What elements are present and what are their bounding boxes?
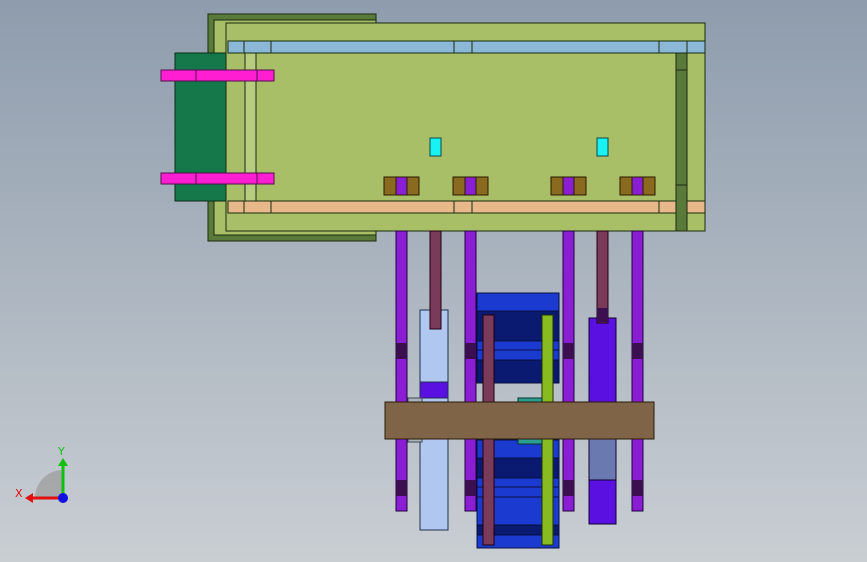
x-axis-label: X (15, 487, 23, 500)
top-rail (227, 40, 706, 54)
guide-rod-2 (464, 230, 477, 512)
main-plate (225, 22, 706, 232)
orientation-triad: Y X (15, 445, 68, 503)
plate-right-strip (675, 52, 688, 232)
y-axis-label: Y (57, 445, 65, 458)
assembly-drawing[interactable]: Y X (0, 0, 867, 562)
cad-viewport[interactable]: Y X (0, 0, 867, 562)
bottom-rail (227, 200, 706, 214)
mauve-rod-left (429, 230, 442, 330)
guide-rod-4 (631, 230, 644, 512)
z-axis-dot (58, 493, 68, 503)
cyan-marker-right (596, 137, 609, 157)
guide-rod-3 (562, 230, 575, 512)
cyan-marker-left (429, 137, 442, 157)
crossbeam (384, 401, 655, 440)
guide-rod-1 (395, 230, 408, 512)
